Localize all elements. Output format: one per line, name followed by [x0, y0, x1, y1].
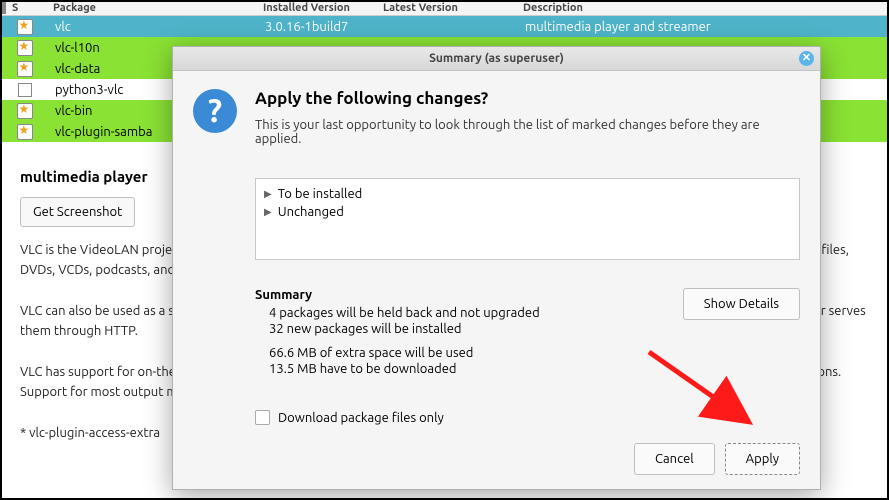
- status-mark-icon[interactable]: [17, 40, 33, 56]
- tree-label: Unchanged: [278, 205, 344, 219]
- apply-button[interactable]: Apply: [725, 443, 800, 475]
- tree-item-unchanged[interactable]: ▶ Unchanged: [260, 203, 795, 221]
- get-screenshot-button[interactable]: Get Screenshot: [20, 197, 135, 227]
- download-only-checkbox[interactable]: [255, 410, 270, 425]
- summary-line: 13.5 MB have to be downloaded: [269, 362, 540, 376]
- col-description[interactable]: Description: [517, 2, 887, 14]
- question-icon: ?: [193, 89, 237, 133]
- col-installed-version[interactable]: Installed Version: [257, 2, 377, 14]
- expand-icon[interactable]: ▶: [264, 188, 272, 200]
- col-latest-version[interactable]: Latest Version: [377, 2, 517, 14]
- col-package[interactable]: Package: [47, 2, 257, 14]
- col-status[interactable]: S: [2, 2, 47, 14]
- dialog-titlebar[interactable]: Summary (as superuser) ✕: [173, 47, 820, 71]
- status-mark-icon[interactable]: [17, 19, 33, 35]
- dialog-subtext: This is your last opportunity to look th…: [255, 118, 800, 146]
- tree-item-to-be-installed[interactable]: ▶ To be installed: [260, 185, 795, 203]
- summary-text: Summary 4 packages will be held back and…: [255, 288, 540, 378]
- cancel-button[interactable]: Cancel: [634, 443, 715, 475]
- table-header: S Package Installed Version Latest Versi…: [2, 2, 887, 16]
- changes-tree[interactable]: ▶ To be installed ▶ Unchanged: [255, 178, 800, 260]
- close-icon[interactable]: ✕: [799, 51, 814, 66]
- summary-line: 66.6 MB of extra space will be used: [269, 346, 540, 360]
- status-mark-icon[interactable]: [17, 61, 33, 77]
- summary-line: 32 new packages will be installed: [269, 322, 540, 336]
- summary-label: Summary: [255, 288, 540, 302]
- summary-line: 4 packages will be held back and not upg…: [269, 306, 540, 320]
- pkg-name: vlc: [47, 20, 257, 34]
- status-mark-icon[interactable]: [17, 103, 33, 119]
- expand-icon[interactable]: ▶: [264, 206, 272, 218]
- show-details-button[interactable]: Show Details: [683, 288, 800, 320]
- status-checkbox-icon[interactable]: [18, 83, 32, 97]
- dialog-heading: Apply the following changes?: [255, 89, 800, 108]
- table-row[interactable]: vlc 3.0.16-1build7 multimedia player and…: [2, 16, 887, 37]
- summary-dialog: Summary (as superuser) ✕ ? Apply the fol…: [172, 46, 821, 490]
- dialog-title: Summary (as superuser): [429, 52, 564, 65]
- tree-label: To be installed: [278, 187, 363, 201]
- download-only-label: Download package files only: [278, 411, 444, 425]
- pkg-desc: multimedia player and streamer: [517, 20, 887, 34]
- status-mark-icon[interactable]: [17, 124, 33, 140]
- latest-version: 3.0.16-1build7: [257, 20, 517, 34]
